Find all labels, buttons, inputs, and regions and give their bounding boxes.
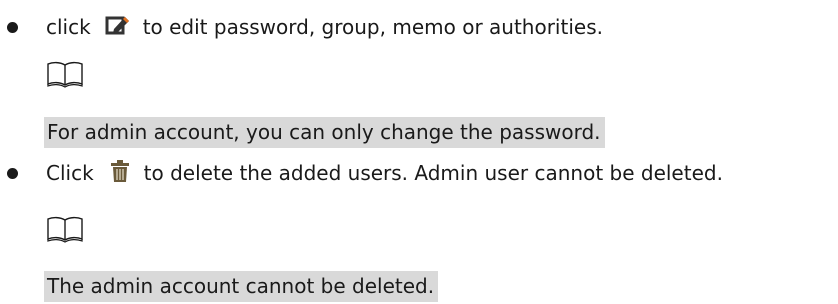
- note-text: The admin account cannot be deleted.: [44, 271, 439, 302]
- bullet-dot: [7, 21, 18, 33]
- book-note-icon: [46, 60, 84, 88]
- bullet-text: Click to delete the added users. Admin u…: [46, 159, 723, 188]
- edit-icon: [105, 14, 131, 41]
- bullet-text: click to edit password, group, memo or a…: [46, 14, 603, 41]
- bullet-text-lead: click: [46, 15, 91, 39]
- bullet-text-rest: to edit password, group, memo or authori…: [142, 15, 603, 39]
- book-note-icon: [46, 215, 84, 243]
- bullet-text-rest: to delete the added users. Admin user ca…: [143, 161, 723, 185]
- note-text: For admin account, you can only change t…: [44, 117, 605, 148]
- bullet-item-delete: Click to delete the added users. Admin u…: [0, 155, 838, 191]
- bullet-dot: [7, 167, 18, 179]
- delete-trash-icon: [110, 159, 130, 188]
- document-page: click to edit password, group, memo or a…: [0, 0, 838, 304]
- bullet-text-lead: Click: [46, 161, 94, 185]
- bullet-item-edit: click to edit password, group, memo or a…: [0, 9, 838, 45]
